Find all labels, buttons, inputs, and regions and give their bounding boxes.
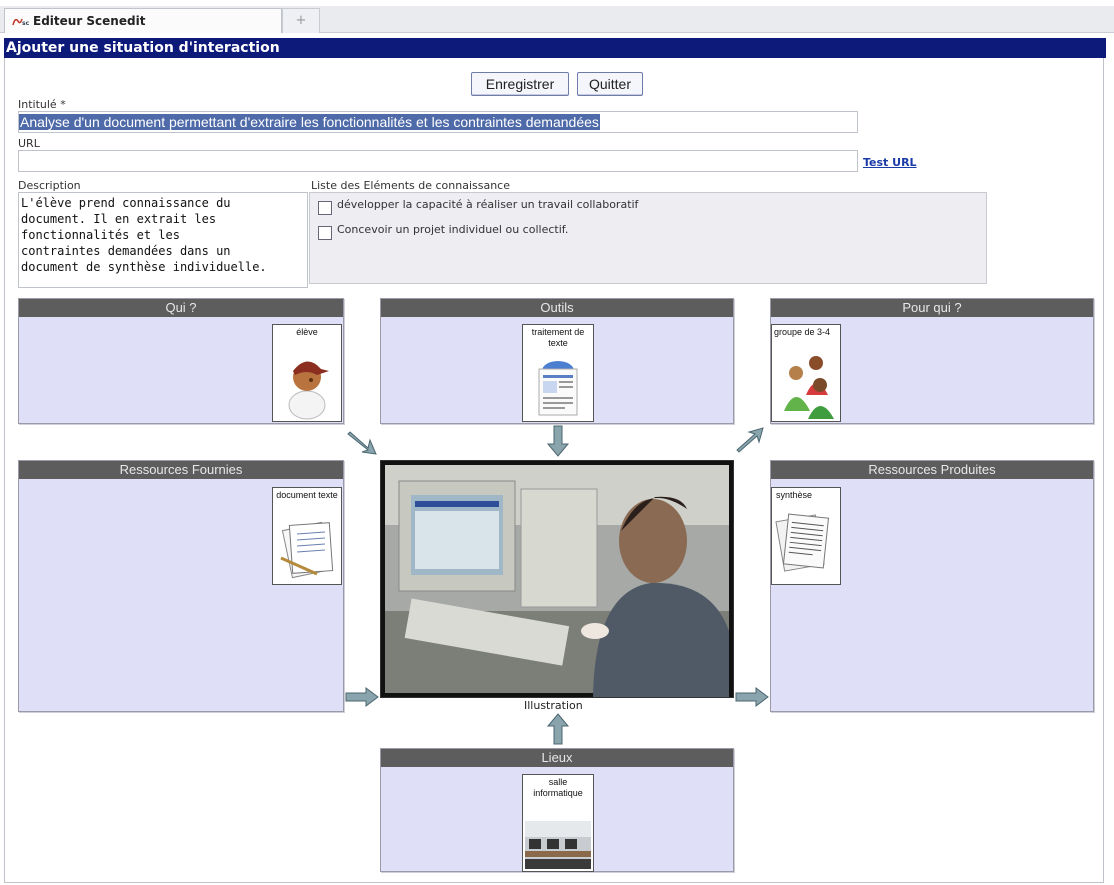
paper-stack-icon bbox=[775, 513, 830, 572]
panel-lieux-title: Lieux bbox=[381, 749, 733, 767]
knowledge-item-label: développer la capacité à réaliser un tra… bbox=[337, 198, 639, 211]
url-label: URL bbox=[18, 137, 40, 150]
panel-pour-qui[interactable]: Pour qui ? groupe de 3-4 bbox=[770, 298, 1094, 424]
intitule-input-value: Analyse d'un document permettant d'extra… bbox=[19, 114, 600, 130]
panel-lieux[interactable]: Lieux salle informatique bbox=[380, 748, 734, 872]
new-tab-button[interactable]: + bbox=[282, 8, 320, 33]
word-processor-icon bbox=[538, 361, 578, 416]
group-icon bbox=[784, 356, 834, 419]
card-synthese[interactable]: synthèse bbox=[771, 487, 841, 585]
arrow-center-to-produites-icon bbox=[734, 686, 770, 708]
arrow-outils-down-icon bbox=[546, 424, 570, 458]
knowledge-list: développer la capacité à réaliser un tra… bbox=[309, 192, 987, 284]
document-pen-icon bbox=[280, 521, 334, 579]
description-line: L'élève prend connaissance du bbox=[21, 196, 231, 210]
card-groupe[interactable]: groupe de 3-4 bbox=[771, 324, 841, 422]
card-document-texte[interactable]: document texte bbox=[272, 487, 342, 585]
panel-ressources-fournies[interactable]: Ressources Fournies document texte bbox=[18, 460, 344, 712]
description-line: contraintes demandées dans un bbox=[21, 244, 231, 258]
student-icon bbox=[288, 361, 329, 420]
test-url-link[interactable]: Test URL bbox=[863, 156, 917, 169]
intitule-input[interactable]: Analyse d'un document permettant d'extra… bbox=[18, 111, 858, 133]
svg-text:sc: sc bbox=[22, 20, 30, 27]
tab-editeur-scenedit[interactable]: sc Editeur Scenedit bbox=[4, 8, 282, 33]
illustration-caption: Illustration bbox=[524, 699, 583, 712]
panel-qui-title: Qui ? bbox=[19, 299, 343, 317]
intitule-label: Intitulé * bbox=[18, 98, 66, 111]
student-at-computer-photo bbox=[385, 465, 729, 697]
card-salle-informatique[interactable]: salle informatique bbox=[522, 774, 594, 872]
panel-ressources-fournies-title: Ressources Fournies bbox=[19, 461, 343, 479]
description-line: document de synthèse individuelle. bbox=[21, 260, 267, 274]
illustration-frame[interactable] bbox=[380, 460, 734, 698]
panel-ressources-produites[interactable]: Ressources Produites synthèse bbox=[770, 460, 1094, 712]
computer-room-icon bbox=[525, 821, 591, 869]
arrow-fournies-to-center-icon bbox=[344, 686, 380, 708]
panel-qui[interactable]: Qui ? élève bbox=[18, 298, 344, 424]
description-label: Description bbox=[18, 179, 81, 192]
knowledge-list-label: Liste des Eléments de connaissance bbox=[311, 179, 510, 192]
knowledge-checkbox[interactable] bbox=[318, 226, 332, 240]
quit-button[interactable]: Quitter bbox=[577, 72, 643, 96]
knowledge-item-label: Concevoir un projet individuel ou collec… bbox=[337, 223, 569, 236]
description-textarea[interactable]: L'élève prend connaissance du document. … bbox=[18, 192, 308, 288]
card-eleve[interactable]: élève bbox=[272, 324, 342, 422]
tab-label: Editeur Scenedit bbox=[33, 14, 146, 28]
panel-ressources-produites-title: Ressources Produites bbox=[771, 461, 1093, 479]
panel-pour-qui-title: Pour qui ? bbox=[771, 299, 1093, 317]
arrow-lieux-up-icon bbox=[546, 712, 570, 746]
arrow-to-pour-qui-icon bbox=[733, 424, 767, 456]
panel-outils-title: Outils bbox=[381, 299, 733, 317]
url-input[interactable] bbox=[18, 150, 858, 172]
card-traitement-de-texte[interactable]: traitement de texte bbox=[522, 324, 594, 422]
panel-outils[interactable]: Outils traitement de texte bbox=[380, 298, 734, 424]
app-logo-icon: sc bbox=[12, 18, 30, 27]
save-button[interactable]: Enregistrer bbox=[471, 72, 569, 96]
window-title: Ajouter une situation d'interaction bbox=[4, 38, 1106, 58]
knowledge-checkbox[interactable] bbox=[318, 201, 332, 215]
description-line: document. Il en extrait les bbox=[21, 212, 217, 226]
arrow-qui-to-center-icon bbox=[346, 426, 380, 458]
description-line: fonctionnalités et les bbox=[21, 228, 180, 242]
